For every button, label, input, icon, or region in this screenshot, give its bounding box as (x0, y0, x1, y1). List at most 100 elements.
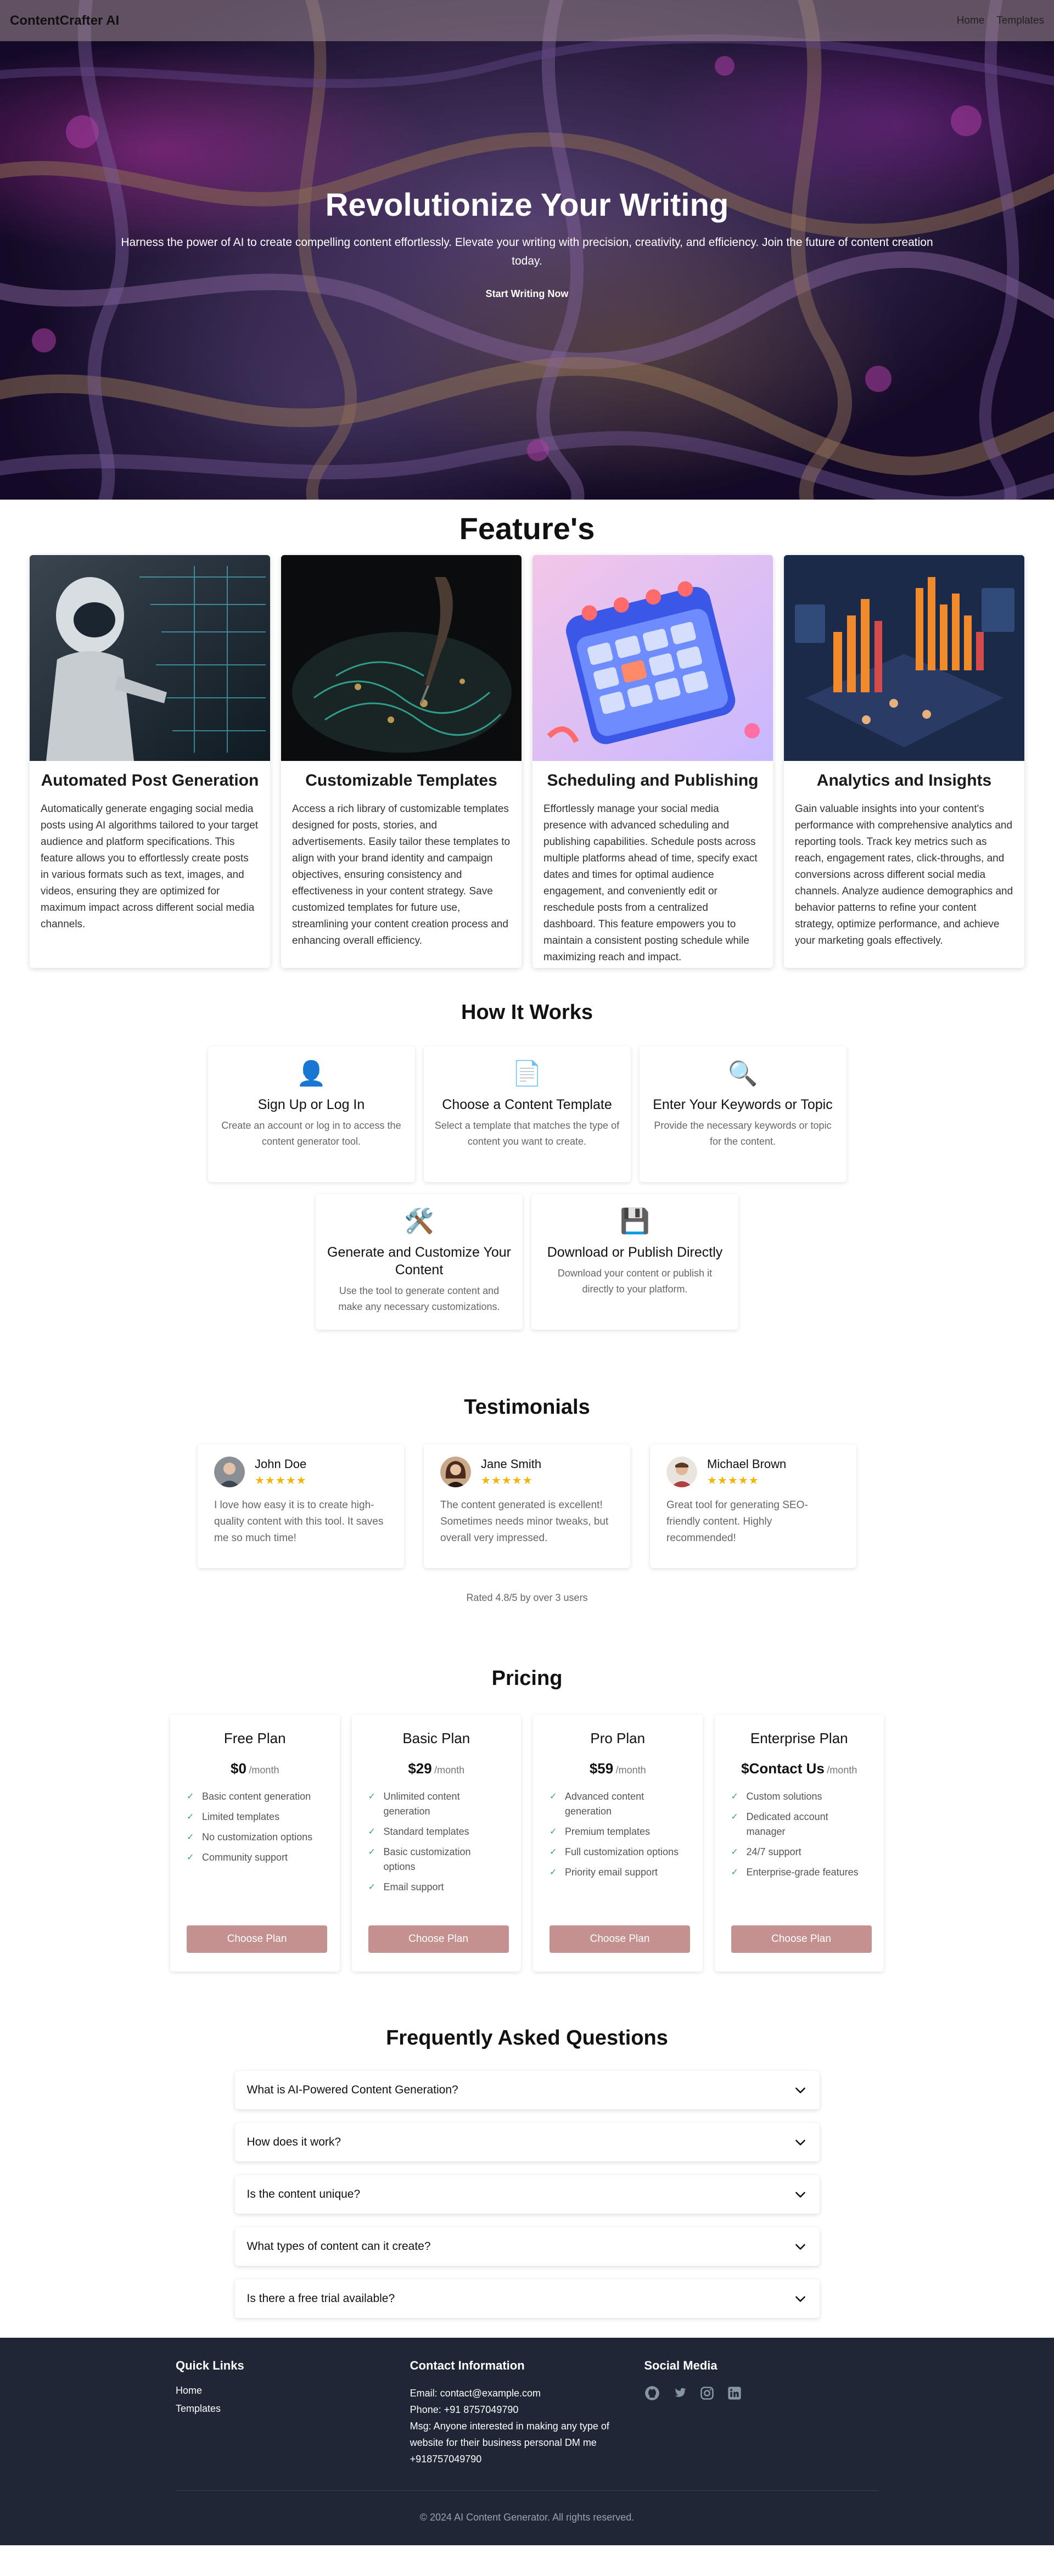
faq-item[interactable]: Is there a free trial available? (234, 2280, 820, 2318)
step-description: Create an account or log in to access th… (221, 1120, 401, 1147)
check-icon: ✓ (368, 1883, 375, 1892)
feature-description: Access a rich library of customizable te… (292, 803, 511, 947)
top-navbar: ContentCrafter AI Home Templates (0, 0, 1054, 41)
plan-feature: ✓ Premium templates (550, 1824, 686, 1839)
feature-image-circuit (281, 555, 522, 761)
step-description: Select a template that matches the type … (434, 1120, 620, 1147)
star-rating: ★★★★★ (255, 1474, 307, 1487)
nav-link-home[interactable]: Home (957, 15, 985, 27)
step-title: Choose a Content Template (442, 1097, 612, 1112)
plan-price: $59 (589, 1760, 614, 1777)
check-icon: ✓ (550, 1827, 557, 1836)
plan-feature: ✓ Priority email support (550, 1865, 686, 1880)
check-icon: ✓ (731, 1847, 738, 1857)
tools-icon: 🛠️ (404, 1208, 434, 1235)
check-icon: ✓ (731, 1868, 738, 1877)
footer-link-home[interactable]: Home (176, 2385, 410, 2396)
plan-name: Enterprise Plan (750, 1730, 848, 1746)
github-icon[interactable] (644, 2385, 660, 2401)
pricing-grid: Free Plan $0 /month ✓ Basic content gener… (170, 1715, 884, 1972)
feature-card: Analytics and Insights Gain valuable ins… (784, 555, 1024, 968)
chevron-down-icon (795, 2296, 805, 2302)
testimonial-card: Michael Brown ★★★★★ Great tool for gener… (650, 1444, 856, 1568)
step-card: 📄 Choose a Content Template Select a tem… (423, 1046, 631, 1182)
plan-feature: ✓ Unlimited content generation (368, 1789, 505, 1819)
pricing-card-free: Free Plan $0 /month ✓ Basic content gener… (170, 1715, 340, 1972)
footer-contact: Contact Information Email: contact@examp… (410, 2359, 644, 2467)
testimonials-title: Testimonials (464, 1396, 590, 1419)
plan-feature: ✓ Basic customization options (368, 1845, 505, 1874)
plan-feature: ✓ Enterprise-grade features (731, 1865, 868, 1880)
contact-phone: Phone: +91 8757049790 (410, 2404, 519, 2415)
step-description: Download your content or publish it dire… (557, 1268, 713, 1295)
faq-question: Is there a free trial available? (246, 2292, 395, 2305)
faq-list: What is AI-Powered Content Generation? H… (234, 2071, 820, 2318)
testimonial-name: Michael Brown (707, 1457, 787, 1471)
feature-card: Customizable Templates Access a rich lib… (281, 555, 522, 968)
feature-title: Scheduling and Publishing (547, 771, 759, 789)
check-icon: ✓ (368, 1847, 375, 1857)
check-icon: ✓ (187, 1812, 194, 1822)
choose-plan-button[interactable]: Choose Plan (187, 1925, 327, 1953)
chevron-down-icon (795, 2244, 805, 2250)
plan-price: $0 (231, 1760, 246, 1777)
hero-title: Revolutionize Your Writing (325, 187, 729, 223)
plan-feature: ✓ No customization options (187, 1830, 323, 1845)
check-icon: ✓ (368, 1792, 375, 1801)
plan-name: Pro Plan (590, 1730, 646, 1746)
features-grid: Automated Post Generation Automatically … (0, 555, 1054, 968)
plan-feature: ✓ Email support (368, 1880, 505, 1895)
faq-item[interactable]: What is AI-Powered Content Generation? (234, 2071, 820, 2109)
twitter-icon[interactable] (671, 2385, 688, 2401)
start-writing-button[interactable]: Start Writing Now (470, 283, 584, 305)
check-icon: ✓ (731, 1812, 738, 1822)
faq-item[interactable]: Is the content unique? (234, 2175, 820, 2214)
faq-item[interactable]: How does it work? (234, 2123, 820, 2161)
faq-question: What types of content can it create? (246, 2240, 431, 2253)
choose-plan-button[interactable]: Choose Plan (550, 1925, 690, 1953)
instagram-icon[interactable] (699, 2385, 715, 2401)
faq-item[interactable]: What types of content can it create? (234, 2227, 820, 2266)
avatar (440, 1457, 471, 1487)
feature-title: Analytics and Insights (816, 771, 992, 789)
choose-plan-button[interactable]: Choose Plan (368, 1925, 509, 1953)
nav-links: Home Templates (957, 15, 1044, 27)
faq-question: How does it work? (246, 2136, 341, 2148)
check-icon: ✓ (368, 1827, 375, 1836)
contact-email: Email: contact@example.com (410, 2388, 541, 2399)
footer: Quick Links Home Templates Contact Infor… (0, 2338, 1054, 2545)
contact-message: Msg: Anyone interested in making any typ… (410, 2421, 609, 2465)
step-description: Provide the necessary keywords or topic … (654, 1120, 832, 1147)
choose-plan-button[interactable]: Choose Plan (731, 1925, 872, 1953)
step-title: Enter Your Keywords or Topic (653, 1097, 833, 1112)
brand-logo[interactable]: ContentCrafter AI (10, 13, 119, 29)
plan-feature: ✓ 24/7 support (731, 1845, 868, 1860)
step-title: Sign Up or Log In (257, 1097, 365, 1112)
feature-card: Scheduling and Publishing Effortlessly m… (532, 555, 773, 968)
document-icon: 📄 (512, 1060, 542, 1087)
testimonial-card: Jane Smith ★★★★★ The content generated i… (424, 1444, 630, 1568)
step-card: 💾 Download or Publish Directly Download … (531, 1194, 738, 1330)
step-card: 👤 Sign Up or Log In Create an account or… (208, 1046, 415, 1182)
chevron-down-icon (795, 2087, 805, 2093)
plan-feature: ✓ Limited templates (187, 1810, 323, 1824)
copyright: © 2024 AI Content Generator. All rights … (419, 2512, 635, 2523)
feature-title: Customizable Templates (305, 771, 497, 789)
faq-question: Is the content unique? (246, 2188, 361, 2200)
check-icon: ✓ (550, 1868, 557, 1877)
testimonial-card: John Doe ★★★★★ I love how easy it is to … (198, 1444, 404, 1568)
step-title: Generate and Customize Your Content (327, 1245, 511, 1278)
footer-quick-links: Quick Links Home Templates (176, 2359, 410, 2467)
plan-feature: ✓ Dedicated account manager (731, 1810, 868, 1839)
plan-features: ✓ Advanced content generation ✓ Premium te… (550, 1789, 686, 1880)
footer-link-templates[interactable]: Templates (176, 2403, 410, 2415)
nav-link-templates[interactable]: Templates (996, 15, 1044, 27)
footer-heading: Contact Information (410, 2359, 525, 2372)
feature-image-analytics (784, 555, 1024, 761)
step-card: 🔍 Enter Your Keywords or Topic Provide t… (639, 1046, 846, 1182)
plan-period: /month (827, 1765, 857, 1776)
linkedin-icon[interactable] (726, 2385, 743, 2401)
floppy-disk-icon: 💾 (620, 1208, 650, 1235)
avatar (666, 1457, 697, 1487)
faq-title: Frequently Asked Questions (386, 2026, 668, 2049)
